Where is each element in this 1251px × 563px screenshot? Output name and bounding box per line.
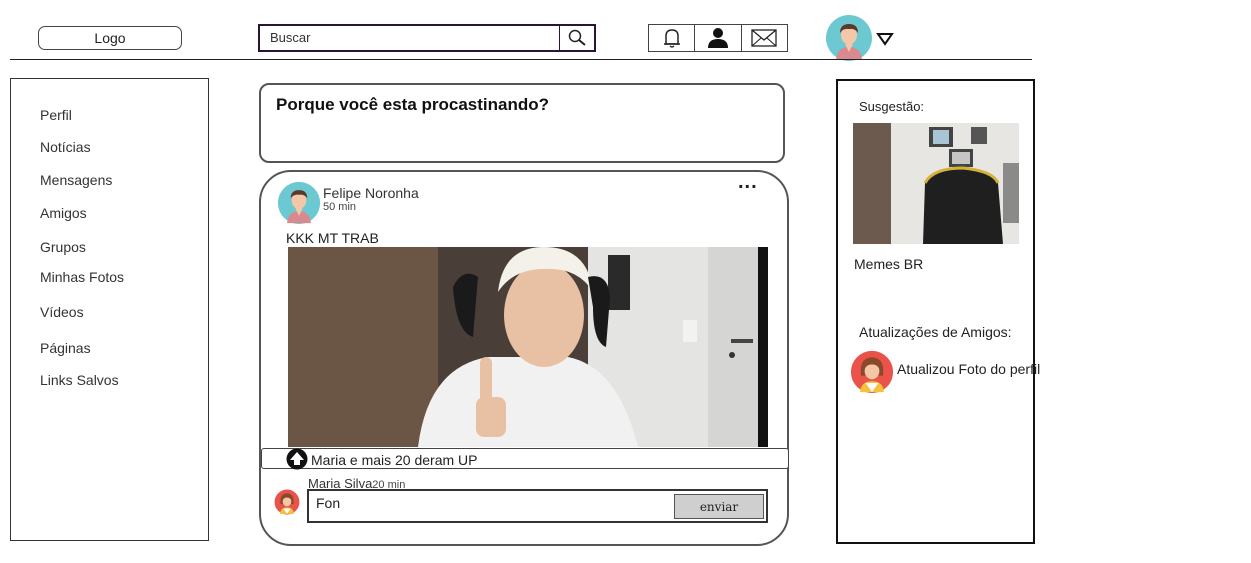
logo[interactable]: Logo (38, 26, 182, 50)
send-button-label: enviar (699, 499, 739, 514)
search-input[interactable]: Buscar (270, 30, 310, 45)
sidebar-item-mensagens[interactable]: Mensagens (40, 172, 112, 188)
sidebar-item-links-salvos[interactable]: Links Salvos (40, 372, 119, 388)
suggestion-photo[interactable] (853, 123, 1019, 244)
comment-box: Fon enviar (307, 489, 768, 523)
messages-button[interactable] (742, 25, 787, 51)
header-divider (10, 59, 1032, 60)
user-icon (707, 28, 728, 48)
mail-icon (751, 29, 777, 47)
user-avatar[interactable] (825, 14, 873, 62)
sidebar-item-minhas-fotos[interactable]: Minhas Fotos (40, 269, 124, 285)
comment-avatar[interactable] (274, 489, 300, 515)
suggestion-title: Susgestão: (859, 99, 925, 114)
post-more-options[interactable]: ... (738, 171, 758, 194)
logo-text: Logo (94, 30, 126, 46)
post-author-avatar[interactable] (277, 181, 321, 225)
comment-input[interactable]: Fon (316, 495, 340, 511)
post-composer[interactable]: Porque você esta procastinando? (259, 83, 785, 163)
search-button[interactable] (559, 26, 594, 50)
search-bar[interactable]: Buscar (258, 24, 596, 52)
friends-updates-title: Atualizações de Amigos: (859, 324, 1012, 340)
notifications-button[interactable] (649, 25, 696, 51)
post-timestamp: 50 min (323, 201, 357, 213)
search-icon (568, 29, 586, 46)
header-icon-group (648, 24, 788, 52)
composer-prompt: Porque você esta procastinando? (276, 95, 550, 114)
friend-update-avatar[interactable] (850, 349, 894, 395)
sidebar-item-grupos[interactable]: Grupos (40, 239, 86, 255)
left-sidebar: Perfil Notícias Mensagens Amigos Grupos … (10, 78, 209, 541)
arrow-up-circle-icon (286, 448, 308, 470)
sidebar-item-videos[interactable]: Vídeos (40, 304, 84, 320)
friend-update-text[interactable]: Atualizou Foto do perfil (897, 361, 1040, 377)
likes-summary[interactable]: Maria e mais 20 deram UP (311, 452, 478, 468)
sidebar-item-noticias[interactable]: Notícias (40, 139, 91, 155)
post-text: KKK MT TRAB (286, 230, 379, 246)
post-photo[interactable] (288, 247, 768, 447)
caret-down-icon (876, 33, 894, 46)
sidebar-item-paginas[interactable]: Páginas (40, 340, 91, 356)
sidebar-item-perfil[interactable]: Perfil (40, 107, 72, 123)
sidebar-item-amigos[interactable]: Amigos (40, 205, 87, 221)
bell-icon (663, 29, 680, 48)
suggestion-name[interactable]: Memes BR (854, 256, 923, 272)
account-dropdown[interactable] (876, 32, 894, 51)
post-author-name[interactable]: Felipe Noronha (323, 185, 419, 201)
upvote-button[interactable] (286, 448, 308, 470)
profile-button[interactable] (695, 25, 742, 51)
send-button[interactable]: enviar (674, 494, 764, 519)
